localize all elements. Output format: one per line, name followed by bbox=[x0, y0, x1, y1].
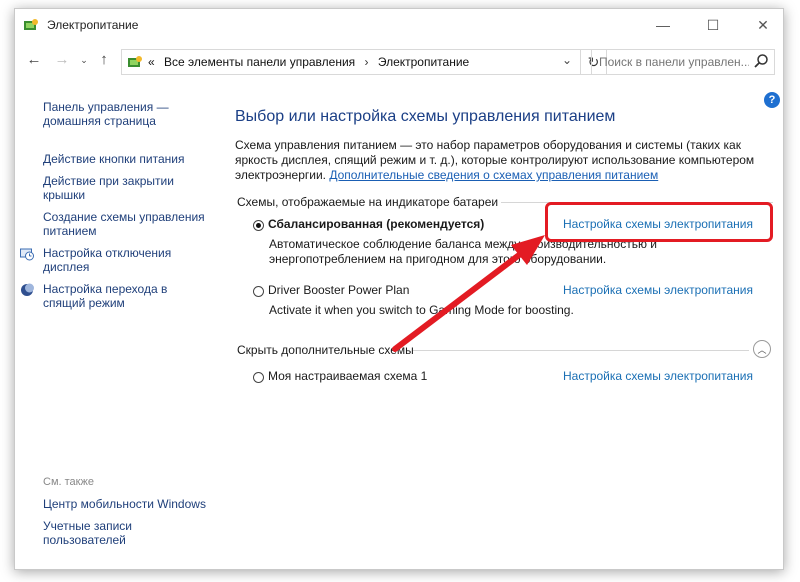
forward-arrow-icon[interactable]: → bbox=[53, 51, 71, 68]
breadcrumb: « Все элементы панели управления › Элект… bbox=[148, 55, 469, 69]
minimize-button[interactable]: — bbox=[643, 9, 683, 41]
control-panel-icon bbox=[128, 56, 142, 67]
breadcrumb-separator-icon: › bbox=[364, 55, 369, 69]
group-divider bbox=[413, 350, 749, 351]
sleep-moon-icon bbox=[21, 283, 34, 296]
group-hidden-plans: Скрыть дополнительные схемы bbox=[237, 343, 414, 357]
breadcrumb-power-options[interactable]: Электропитание bbox=[378, 55, 469, 69]
plan-description-driver-booster: Activate it when you switch to Gaming Mo… bbox=[269, 303, 574, 317]
plan-name-balanced[interactable]: Сбалансированная (рекомендуется) bbox=[268, 217, 484, 231]
plan-name-driver-booster[interactable]: Driver Booster Power Plan bbox=[268, 283, 409, 297]
sidebar-item-user-accounts[interactable]: Учетные записи пользователей bbox=[43, 519, 193, 547]
collapse-chevron-icon[interactable]: ︿ bbox=[753, 340, 771, 358]
breadcrumb-control-panel[interactable]: Все элементы панели управления bbox=[164, 55, 355, 69]
sidebar-item-display-off[interactable]: Настройка отключения дисплея bbox=[43, 246, 203, 274]
plan-settings-link-driver-booster[interactable]: Настройка схемы электропитания bbox=[563, 283, 753, 297]
see-also-heading: См. также bbox=[43, 476, 94, 488]
sidebar-item-create-power-plan[interactable]: Создание схемы управления питанием bbox=[43, 210, 213, 238]
display-clock-icon bbox=[20, 248, 34, 261]
page-title: Выбор или настройка схемы управления пит… bbox=[235, 108, 616, 125]
radio-custom-plan[interactable] bbox=[253, 372, 264, 383]
search-icon[interactable] bbox=[753, 53, 769, 69]
power-options-window: Электропитание — ☐ ✕ ← → ⌄ ↑ « Все элеме… bbox=[14, 8, 784, 570]
plan-name-custom[interactable]: Моя настраиваемая схема 1 bbox=[268, 369, 427, 383]
highlight-box bbox=[545, 202, 773, 242]
navigation-bar: ← → ⌄ ↑ « Все элементы панели управления… bbox=[15, 45, 783, 79]
search-input[interactable] bbox=[599, 53, 749, 71]
window-title: Электропитание bbox=[47, 18, 139, 32]
sidebar-control-panel-home[interactable]: Панель управления — домашняя страница bbox=[43, 100, 193, 128]
sidebar-item-mobility-center[interactable]: Центр мобильности Windows bbox=[43, 497, 223, 511]
address-dropdown-icon[interactable]: ⌄ bbox=[562, 53, 572, 67]
sidebar-item-power-button-action[interactable]: Действие кнопки питания bbox=[43, 152, 213, 166]
radio-balanced[interactable] bbox=[253, 220, 264, 231]
description: Схема управления питанием — это набор па… bbox=[235, 138, 770, 183]
recent-locations-chevron-icon[interactable]: ⌄ bbox=[75, 55, 93, 66]
breadcrumb-overflow-icon[interactable]: « bbox=[148, 55, 155, 69]
sidebar-item-lid-close-action[interactable]: Действие при закрытии крышки bbox=[43, 174, 193, 202]
power-options-icon bbox=[24, 19, 38, 30]
title-bar: Электропитание — ☐ ✕ bbox=[15, 9, 783, 41]
search-box[interactable] bbox=[591, 49, 775, 75]
sidebar-item-sleep-settings[interactable]: Настройка перехода в спящий режим bbox=[43, 282, 203, 310]
close-button[interactable]: ✕ bbox=[743, 9, 783, 41]
address-bar[interactable]: « Все элементы панели управления › Элект… bbox=[121, 49, 581, 75]
up-arrow-icon[interactable]: ↑ bbox=[95, 51, 113, 68]
help-icon[interactable]: ? bbox=[764, 92, 780, 108]
maximize-button[interactable]: ☐ bbox=[693, 9, 733, 41]
more-info-link[interactable]: Дополнительные сведения о схемах управле… bbox=[329, 168, 658, 182]
plan-settings-link-custom[interactable]: Настройка схемы электропитания bbox=[563, 369, 753, 383]
group-battery-plans: Схемы, отображаемые на индикаторе батаре… bbox=[237, 195, 499, 209]
back-arrow-icon[interactable]: ← bbox=[25, 51, 43, 68]
radio-driver-booster[interactable] bbox=[253, 286, 264, 297]
